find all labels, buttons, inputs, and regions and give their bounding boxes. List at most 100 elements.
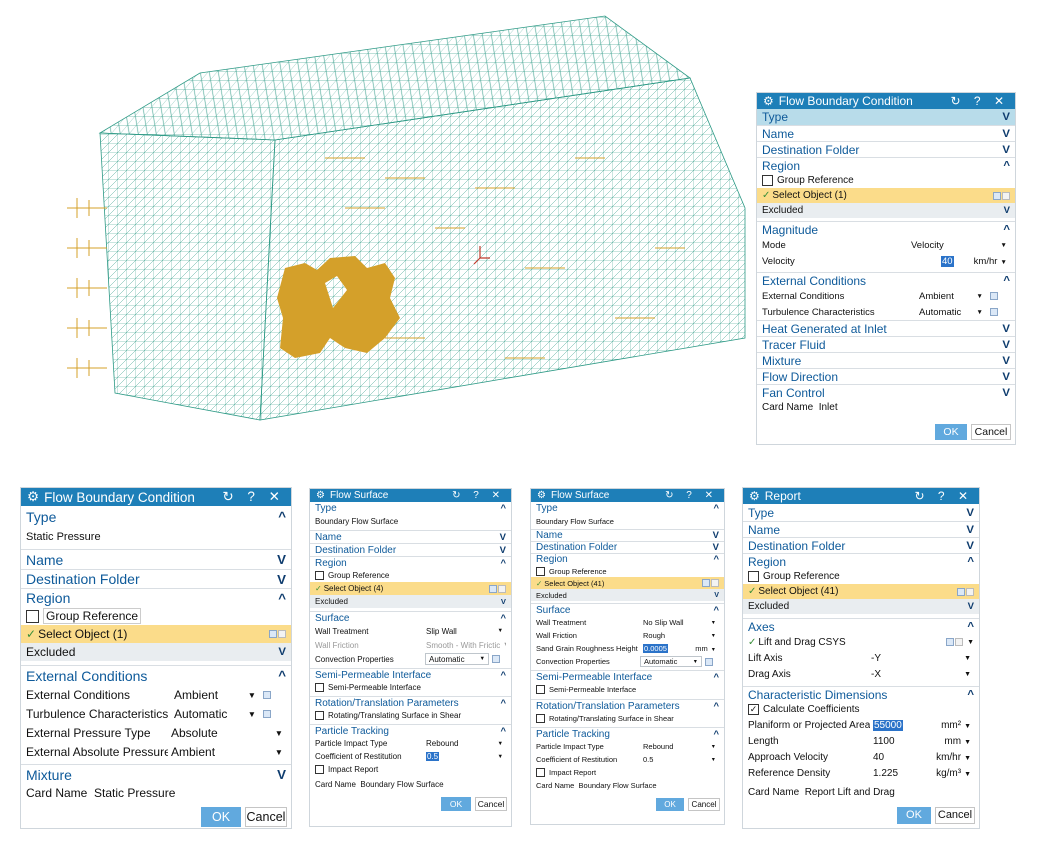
function-icon[interactable]	[263, 690, 271, 699]
external-pressure-type-dropdown[interactable]: Absolute ▼	[168, 724, 286, 741]
group-reference-row[interactable]: Group Reference	[21, 607, 291, 625]
section-region[interactable]: Region ^	[743, 553, 979, 569]
card-name-value[interactable]: Boundary Flow Surface	[360, 780, 443, 789]
external-conditions-dropdown[interactable]: Ambient ▼	[916, 289, 986, 303]
rotation-row[interactable]: Rotating/Translating Surface in Shear	[531, 712, 724, 724]
rotation-checkbox[interactable]	[536, 713, 545, 723]
section-region[interactable]: Region ^	[757, 157, 1015, 173]
selection-tools-icon[interactable]	[993, 191, 1010, 200]
convection-dropdown[interactable]: Automatic ▼	[425, 653, 489, 665]
section-tracer-fluid[interactable]: Tracer Fluid V	[757, 336, 1015, 352]
group-reference-row[interactable]: Group Reference	[757, 173, 1015, 188]
section-type[interactable]: Type V	[757, 109, 1015, 125]
impact-type-dropdown[interactable]: Rebound ▼	[423, 738, 506, 749]
function-icon[interactable]	[492, 655, 500, 663]
section-region[interactable]: Region ^	[531, 553, 724, 565]
csys-row[interactable]: ✓ Lift and Drag CSYS ▼	[743, 634, 979, 650]
rotation-row[interactable]: Rotating/Translating Surface in Shear	[310, 709, 511, 722]
function-icon[interactable]	[263, 709, 271, 718]
group-reference-row[interactable]: Group Reference	[310, 569, 511, 582]
rotation-checkbox[interactable]	[315, 711, 324, 720]
ok-button[interactable]: OK	[897, 807, 931, 824]
group-reference-checkbox[interactable]	[536, 566, 545, 576]
section-name[interactable]: Name V	[21, 549, 291, 569]
cancel-button[interactable]: Cancel	[475, 797, 507, 811]
section-particle-tracking[interactable]: Particle Tracking ^	[531, 727, 724, 740]
external-conditions-dropdown[interactable]: Ambient ▼	[171, 686, 259, 703]
dialog-title-bar[interactable]: ⚙ Flow Boundary Condition ↻ ? ✕	[21, 488, 291, 506]
excluded-row[interactable]: Excluded V	[743, 599, 979, 614]
section-name[interactable]: Name V	[310, 530, 511, 543]
cancel-button[interactable]: Cancel	[688, 798, 720, 811]
section-semi-permeable[interactable]: Semi-Permeable Interface ^	[531, 670, 724, 683]
window-controls[interactable]: ↻ ? ✕	[665, 490, 718, 501]
ok-button[interactable]: OK	[656, 798, 684, 811]
section-surface[interactable]: Surface ^	[310, 611, 511, 624]
function-icon[interactable]	[705, 657, 713, 666]
csys-tools-icon[interactable]: ▼	[946, 638, 974, 646]
excluded-row[interactable]: Excluded V	[21, 643, 291, 661]
semi-permeable-row[interactable]: Semi-Permeable Interface	[310, 681, 511, 694]
section-mixture[interactable]: Mixture V	[757, 352, 1015, 368]
section-type[interactable]: Type ^	[21, 506, 291, 527]
card-name-value[interactable]: Static Pressure	[94, 786, 175, 800]
dialog-title-bar[interactable]: ⚙ Flow Surface ↻ ? ✕	[531, 489, 724, 502]
window-controls[interactable]: ↻ ? ✕	[452, 490, 505, 501]
section-rotation[interactable]: Rotation/Translation Parameters ^	[310, 696, 511, 709]
group-reference-checkbox[interactable]	[748, 571, 759, 582]
select-object-row[interactable]: ✓ Select Object (1)	[21, 625, 291, 643]
convection-dropdown[interactable]: Automatic ▼	[640, 656, 702, 667]
section-mixture[interactable]: Mixture V	[21, 764, 291, 784]
semi-permeable-checkbox[interactable]	[315, 683, 324, 692]
roughness-input[interactable]: 0.0005 mm ▼	[640, 643, 719, 654]
section-type[interactable]: Type ^	[310, 502, 511, 515]
function-icon[interactable]	[990, 292, 998, 300]
mesh-viewport[interactable]	[55, 8, 775, 448]
section-region[interactable]: Region ^	[310, 556, 511, 569]
cancel-button[interactable]: Cancel	[971, 424, 1011, 440]
excluded-row[interactable]: Excluded V	[531, 589, 724, 601]
section-region[interactable]: Region ^	[21, 588, 291, 607]
dialog-title-bar[interactable]: ⚙ Report ↻ ? ✕	[743, 488, 979, 504]
impact-report-checkbox[interactable]	[536, 767, 545, 777]
section-name[interactable]: Name V	[531, 529, 724, 541]
window-controls[interactable]: ↻ ? ✕	[915, 489, 973, 503]
section-destination-folder[interactable]: Destination Folder V	[743, 537, 979, 553]
ok-button[interactable]: OK	[935, 424, 967, 440]
section-destination-folder[interactable]: Destination Folder V	[757, 141, 1015, 157]
selection-tools-icon[interactable]	[957, 587, 974, 596]
section-destination-folder[interactable]: Destination Folder V	[531, 541, 724, 553]
reference-density-input[interactable]: 1.225 kg/m³ ▼	[870, 766, 974, 780]
impact-report-row[interactable]: Impact Report	[531, 766, 724, 778]
type-value-row[interactable]: Static Pressure	[21, 527, 291, 546]
impact-report-row[interactable]: Impact Report	[310, 763, 511, 776]
section-rotation[interactable]: Rotation/Translation Parameters ^	[531, 699, 724, 712]
group-reference-checkbox[interactable]	[26, 609, 39, 623]
section-flow-direction[interactable]: Flow Direction V	[757, 368, 1015, 384]
calculate-coefficients-checkbox[interactable]: ✓	[748, 704, 759, 715]
group-reference-checkbox[interactable]	[762, 175, 773, 186]
section-external-conditions[interactable]: External Conditions ^	[21, 665, 291, 685]
wall-treatment-dropdown[interactable]: No Slip Wall ▼	[640, 617, 719, 628]
card-name-value[interactable]: Boundary Flow Surface	[579, 781, 657, 790]
semi-permeable-checkbox[interactable]	[536, 684, 545, 694]
group-reference-row[interactable]: Group Reference	[531, 565, 724, 577]
excluded-row[interactable]: Excluded V	[757, 203, 1015, 218]
section-surface[interactable]: Surface ^	[531, 603, 724, 616]
dialog-title-bar[interactable]: ⚙ Flow Boundary Condition ↻ ? ✕	[757, 93, 1015, 109]
window-controls[interactable]: ↻ ? ✕	[222, 489, 285, 505]
select-object-row[interactable]: ✓ Select Object (1)	[757, 188, 1015, 203]
group-reference-checkbox[interactable]	[315, 571, 324, 580]
cancel-button[interactable]: Cancel	[935, 807, 975, 824]
selection-tools-icon[interactable]	[702, 579, 719, 587]
cancel-button[interactable]: Cancel	[245, 807, 287, 827]
card-name-value[interactable]: Inlet	[819, 402, 838, 413]
section-axes[interactable]: Axes ^	[743, 618, 979, 634]
section-heat-generated[interactable]: Heat Generated at Inlet V	[757, 320, 1015, 336]
restitution-dropdown[interactable]: 0.5 ▼	[640, 754, 719, 765]
external-absolute-pressure-dropdown[interactable]: Ambient ▼	[168, 743, 286, 760]
type-value-row[interactable]: Boundary Flow Surface	[531, 515, 724, 527]
section-particle-tracking[interactable]: Particle Tracking ^	[310, 724, 511, 737]
selection-tools-icon[interactable]	[269, 630, 286, 638]
lift-axis-dropdown[interactable]: -Y ▼	[868, 651, 974, 665]
